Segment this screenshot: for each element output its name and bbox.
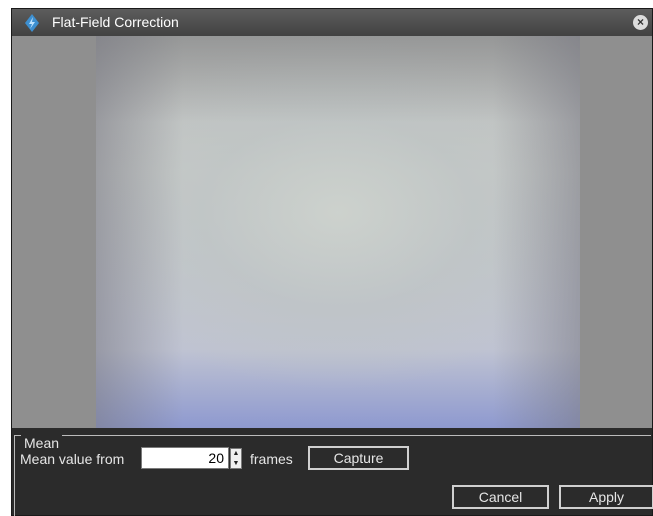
frames-count-input[interactable]: 20 (141, 447, 229, 469)
capture-button[interactable]: Capture (308, 446, 409, 470)
spin-down-icon[interactable]: ▼ (231, 459, 241, 468)
close-button[interactable]: × (633, 15, 648, 30)
apply-button[interactable]: Apply (559, 485, 653, 509)
image-preview (12, 36, 652, 428)
mean-value-label: Mean value from (20, 451, 125, 467)
vignette-overlay (96, 36, 580, 428)
frames-spinner[interactable]: ▲ ▼ (230, 448, 242, 469)
controls-panel: Mean Mean value from 20 ▲ ▼ frames Captu… (12, 428, 653, 516)
camera-frame-image (96, 36, 580, 428)
mean-group-legend: Mean (21, 435, 63, 451)
lightning-diamond-icon (25, 14, 39, 32)
title-bar[interactable]: Flat-Field Correction × (12, 9, 652, 36)
window-title: Flat-Field Correction (52, 14, 179, 30)
spin-up-icon[interactable]: ▲ (231, 449, 241, 458)
frames-label: frames (250, 451, 293, 467)
flat-field-dialog: Flat-Field Correction × Mean Mean value … (11, 8, 653, 516)
cancel-button[interactable]: Cancel (452, 485, 549, 509)
